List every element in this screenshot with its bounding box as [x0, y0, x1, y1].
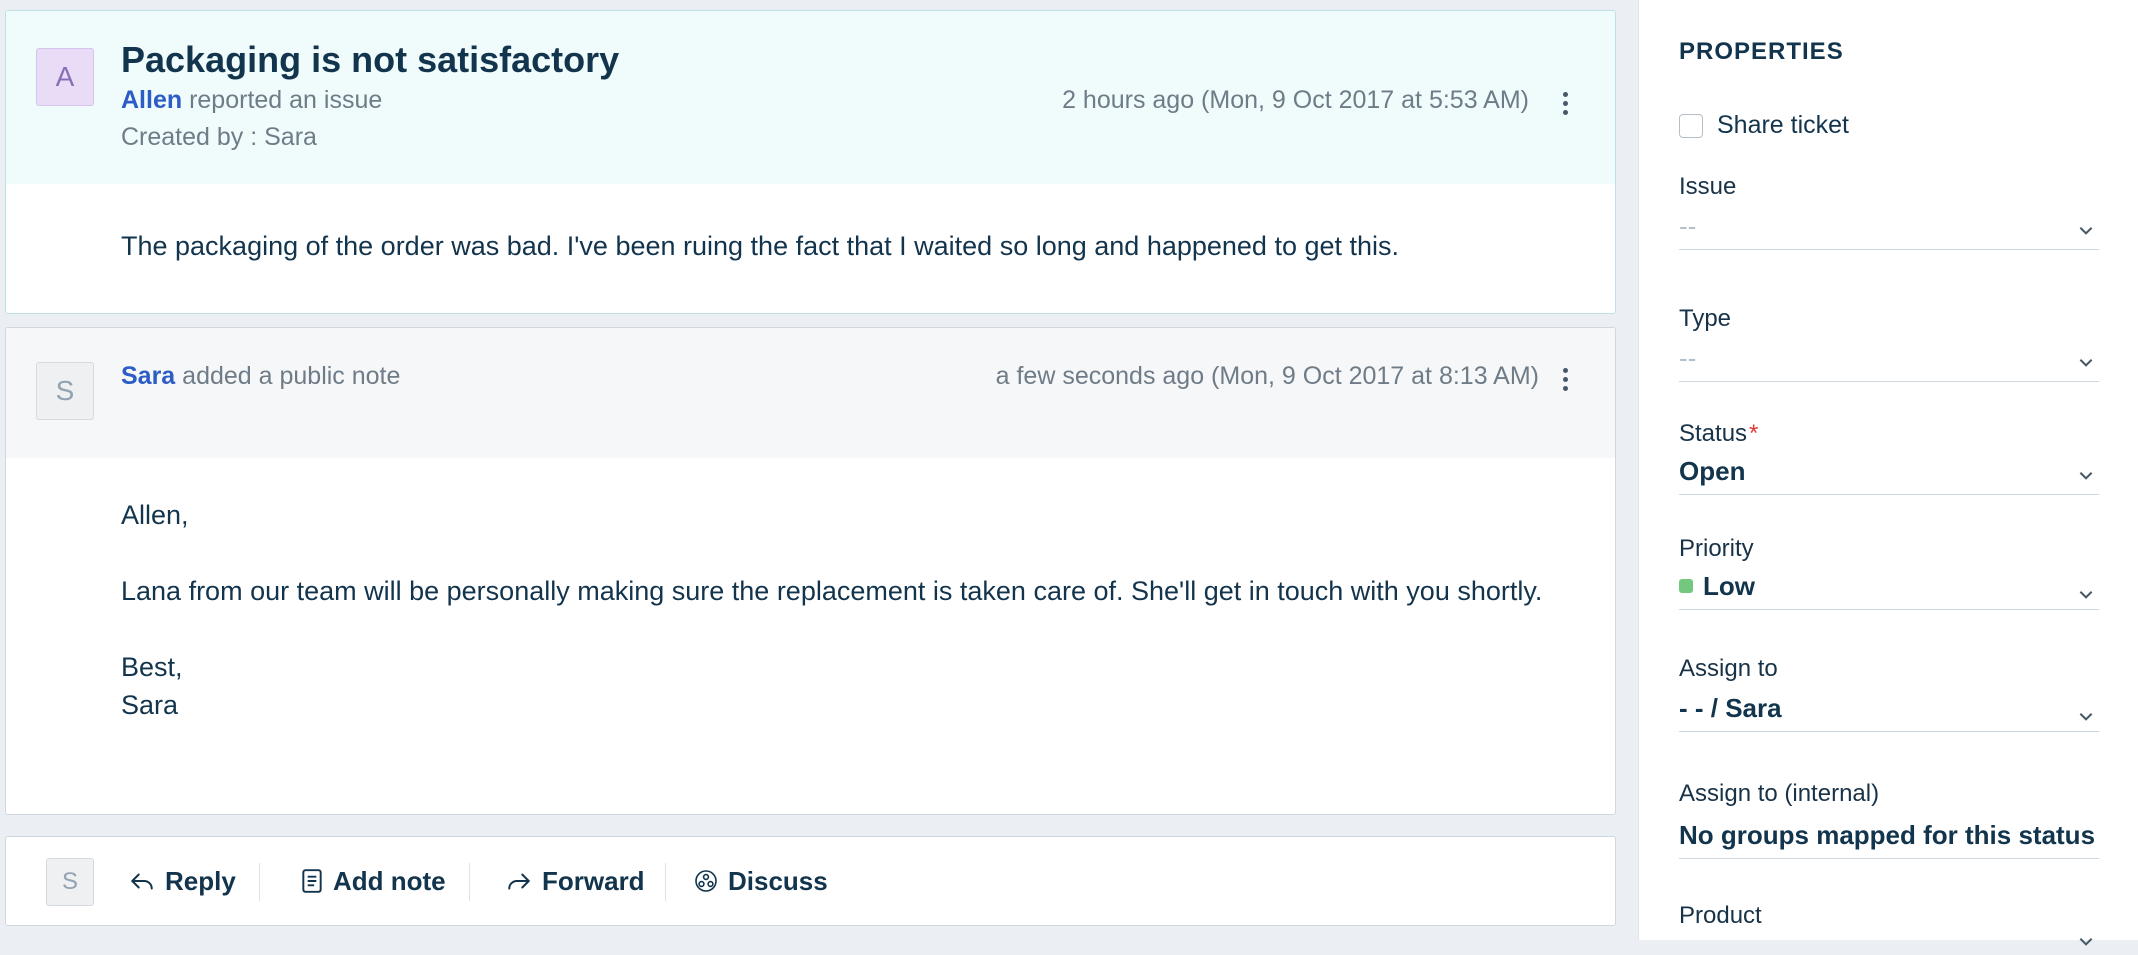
author-avatar: S	[36, 362, 94, 420]
chevron-down-icon	[2077, 701, 2095, 732]
current-agent-avatar: S	[46, 858, 94, 906]
type-dropdown[interactable]: --	[1679, 343, 2099, 382]
note-timestamp: a few seconds ago (Mon, 9 Oct 2017 at 8:…	[995, 362, 1539, 390]
author-link[interactable]: Sara	[121, 362, 175, 390]
issue-header: A Packaging is not satisfactory Allen re…	[6, 11, 1615, 184]
assign-to-label: Assign to	[1679, 655, 1778, 682]
reporter-avatar: A	[36, 48, 94, 106]
priority-dropdown[interactable]: Low	[1679, 571, 2099, 610]
reply-label: Reply	[165, 865, 236, 896]
reply-button[interactable]: Reply	[129, 837, 236, 925]
product-field-label: Product	[1679, 902, 1762, 929]
priority-value: Low	[1703, 571, 1755, 601]
issue-dropdown[interactable]: --	[1679, 211, 2099, 250]
assign-to-field: Assign to - - / Sara	[1679, 655, 2099, 732]
issue-action-text: reported an issue	[189, 86, 383, 114]
status-dropdown[interactable]: Open	[1679, 456, 2099, 495]
type-field-label: Type	[1679, 305, 1732, 332]
issue-timestamp: 2 hours ago (Mon, 9 Oct 2017 at 5:53 AM)	[1062, 86, 1529, 114]
add-note-button[interactable]: Add note	[301, 837, 446, 925]
chevron-down-icon	[2077, 215, 2095, 246]
note-closing: Best,	[121, 652, 183, 682]
reporter-link[interactable]: Allen	[121, 86, 182, 114]
discuss-icon	[694, 869, 718, 893]
note-header: S Sara added a public note a few seconds…	[6, 328, 1615, 458]
add-note-label: Add note	[333, 865, 446, 896]
properties-panel: PROPERTIES Share ticket Issue -- Type --…	[1638, 0, 2138, 946]
toolbar-divider	[259, 863, 260, 901]
issue-description: The packaging of the order was bad. I've…	[121, 231, 1400, 261]
issue-more-menu-icon[interactable]	[1555, 85, 1575, 121]
status-value: Open	[1679, 456, 1746, 486]
note-paragraph: Lana from our team will be personally ma…	[121, 576, 1543, 606]
chevron-down-icon	[2077, 347, 2095, 378]
issue-field-label: Issue	[1679, 173, 1737, 200]
chevron-down-icon[interactable]	[2077, 932, 2095, 955]
issue-card: A Packaging is not satisfactory Allen re…	[5, 10, 1616, 314]
priority-field: Priority Low	[1679, 535, 2099, 610]
ticket-title: Packaging is not satisfactory	[121, 39, 620, 80]
note-card: S Sara added a public note a few seconds…	[5, 327, 1616, 815]
created-by: Created by : Sara	[121, 123, 317, 151]
properties-title: PROPERTIES	[1679, 38, 1844, 65]
assign-internal-dropdown[interactable]: No groups mapped for this status	[1679, 820, 2099, 859]
note-greeting: Allen,	[121, 500, 189, 530]
forward-icon	[506, 868, 532, 894]
discuss-button[interactable]: Discuss	[694, 837, 828, 925]
forward-button[interactable]: Forward	[506, 837, 645, 925]
reply-icon	[129, 868, 155, 894]
note-signature: Sara	[121, 690, 179, 720]
share-ticket-label: Share ticket	[1717, 111, 1850, 139]
note-action-text: added a public note	[182, 362, 401, 390]
chevron-down-icon	[2077, 579, 2095, 610]
assign-to-value: - - / Sara	[1679, 693, 1782, 723]
assign-internal-field: Assign to (internal) No groups mapped fo…	[1679, 780, 2138, 859]
toolbar-divider	[469, 863, 470, 901]
assign-internal-value: No groups mapped for this status	[1679, 820, 2096, 850]
product-field: Product	[1679, 902, 2099, 946]
type-value: --	[1679, 343, 1697, 373]
note-more-menu-icon[interactable]	[1555, 361, 1575, 397]
checkbox-icon[interactable]	[1679, 113, 1703, 138]
status-field-label: Status*	[1679, 420, 2099, 448]
share-ticket-checkbox[interactable]: Share ticket	[1679, 111, 1849, 140]
priority-field-label: Priority	[1679, 535, 1754, 562]
toolbar-divider	[665, 863, 666, 901]
assign-to-dropdown[interactable]: - - / Sara	[1679, 693, 2099, 732]
type-field: Type --	[1679, 305, 2099, 382]
forward-label: Forward	[542, 865, 645, 896]
note-body: Allen, Lana from our team will be person…	[121, 496, 1545, 724]
reply-toolbar: S Reply Add note Forward Discuss	[5, 836, 1616, 926]
required-asterisk: *	[1749, 420, 1759, 447]
assign-internal-label: Assign to (internal)	[1679, 780, 1880, 807]
issue-field: Issue --	[1679, 173, 2099, 250]
discuss-label: Discuss	[728, 865, 828, 896]
note-icon	[301, 868, 323, 894]
status-label-text: Status	[1679, 420, 1748, 447]
priority-color-dot	[1679, 579, 1693, 594]
status-field: Status* Open	[1679, 420, 2099, 495]
issue-actor-line: Allen reported an issue	[121, 86, 382, 115]
chevron-down-icon	[2077, 460, 2095, 491]
conversation-pane: A Packaging is not satisfactory Allen re…	[0, 0, 1628, 940]
note-actor-line: Sara added a public note	[121, 362, 400, 391]
issue-value: --	[1679, 211, 1697, 241]
